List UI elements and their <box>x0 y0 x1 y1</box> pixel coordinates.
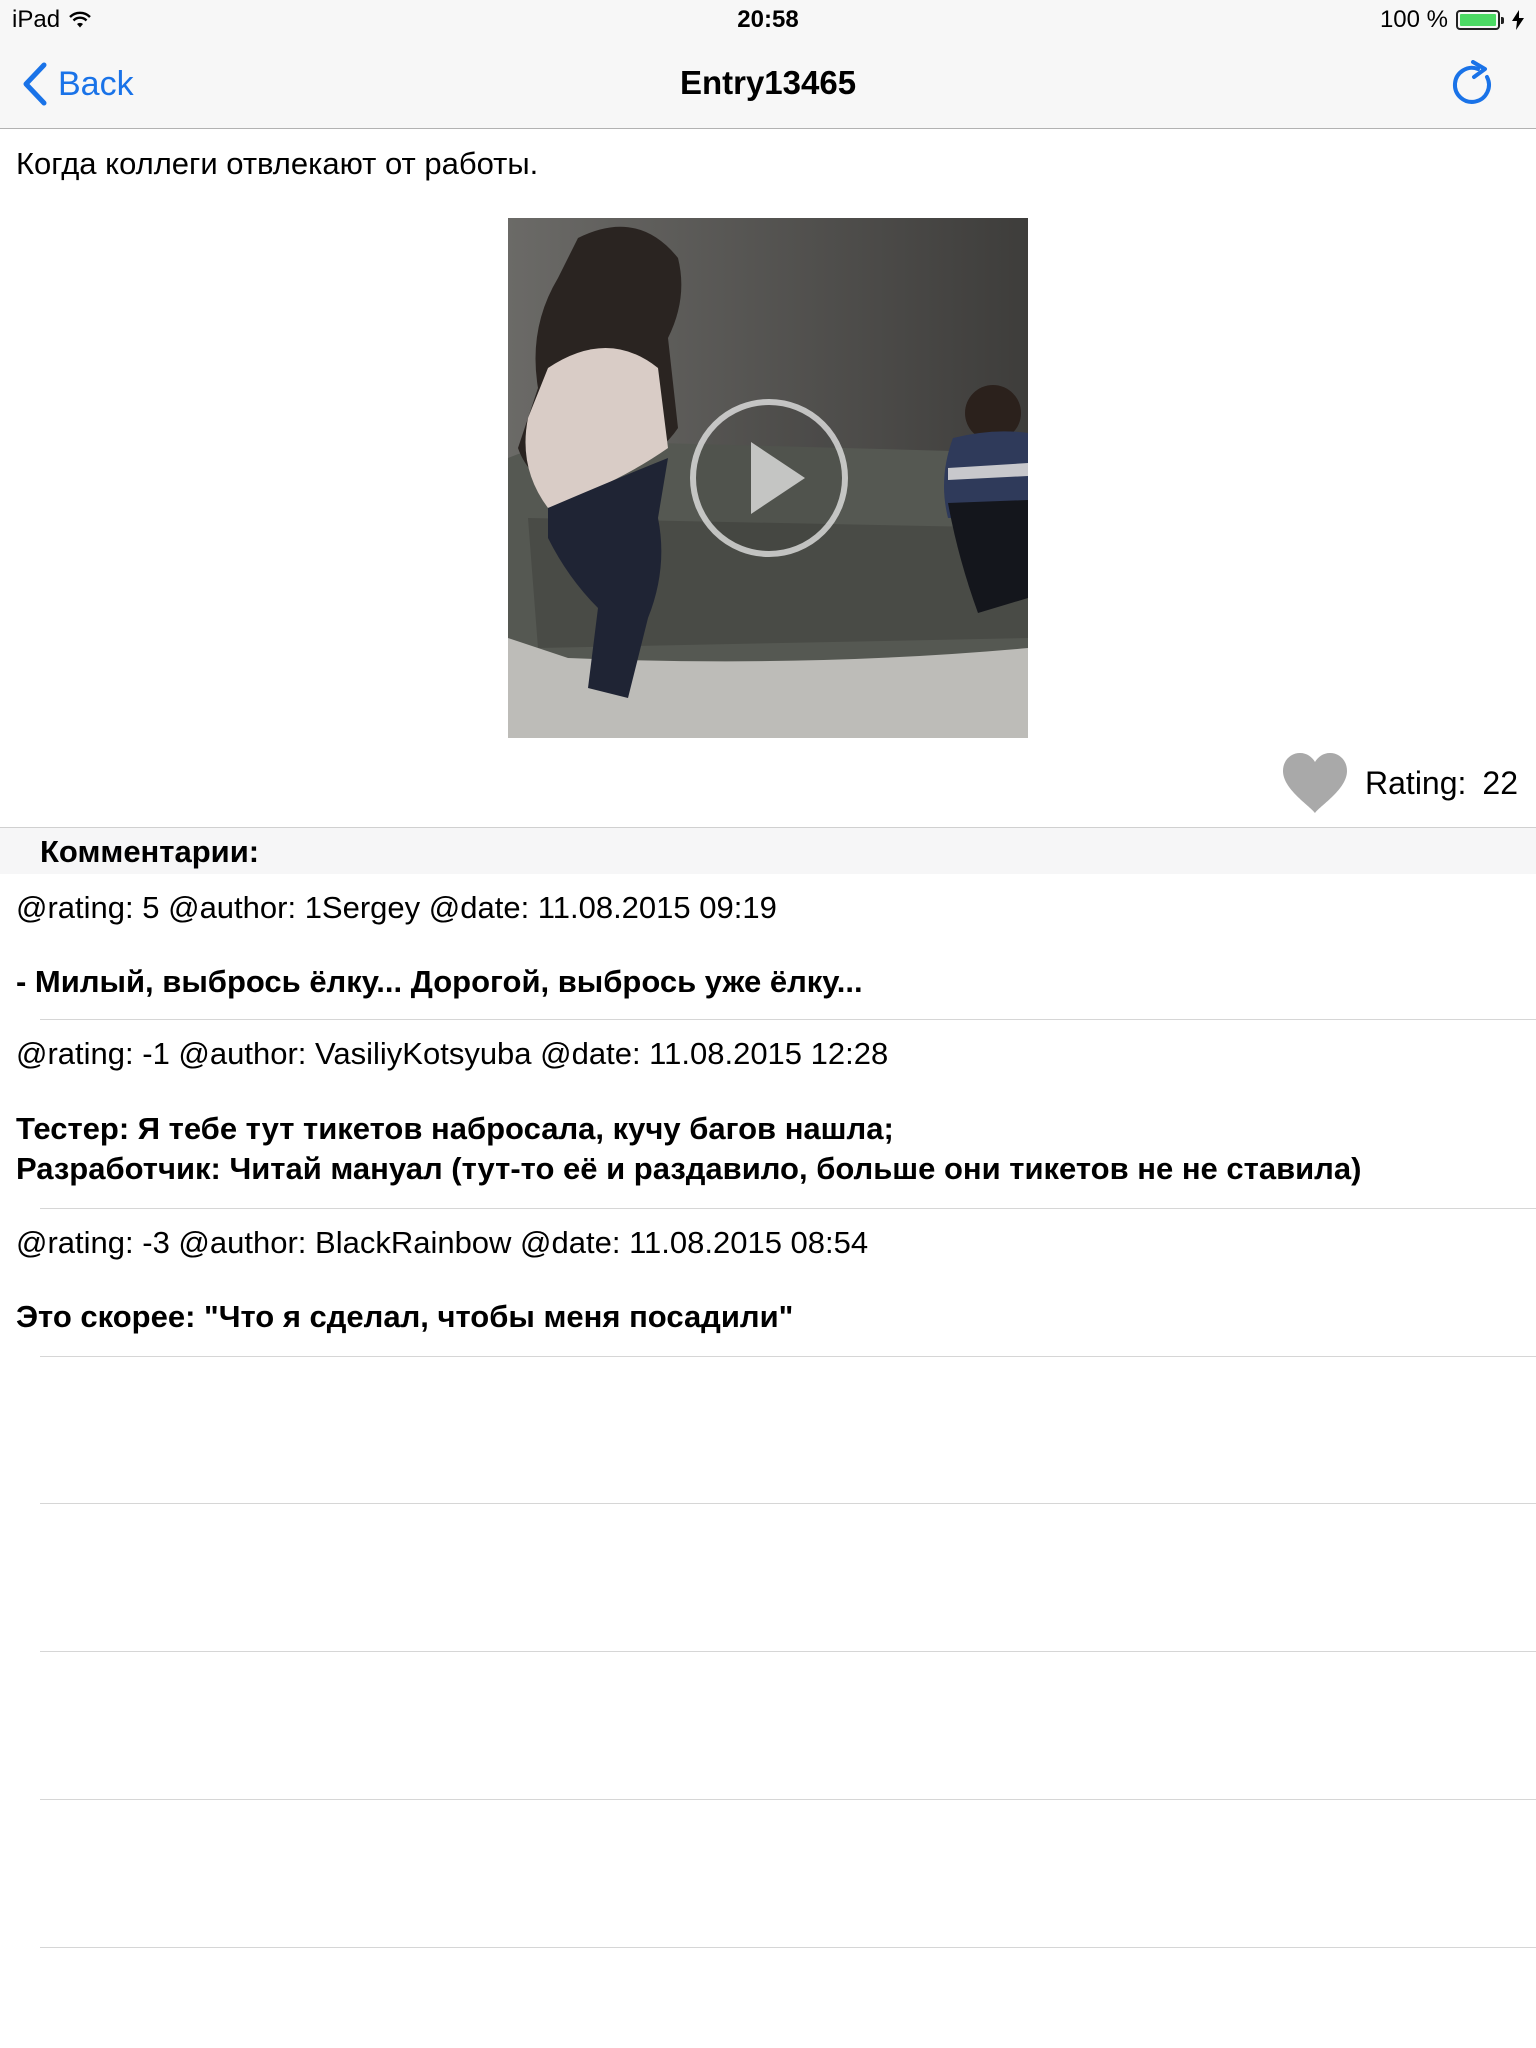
comment-meta: @rating: -1 @author: VasiliyKotsyuba @da… <box>16 1036 889 1071</box>
rating-row: Rating: 22 <box>1281 748 1518 818</box>
page-title: Entry13465 <box>679 64 857 101</box>
comments-header-label: Комментарии: <box>40 834 260 869</box>
play-icon[interactable] <box>689 398 849 558</box>
status-bar: iPad 20:58 100 % <box>0 0 1536 40</box>
video-player[interactable] <box>508 218 1028 738</box>
row-separator <box>40 1356 1536 1357</box>
comment-body: Это скорее: "Что я сделал, чтобы меня по… <box>16 1299 794 1334</box>
entry-text: Когда коллеги отвлекают от работы. <box>16 146 539 181</box>
empty-row-separator <box>40 1651 1536 1652</box>
battery-icon <box>1456 10 1504 30</box>
comments-section-header: Комментарии: <box>0 827 1536 874</box>
rating-label: Rating: <box>1365 764 1467 801</box>
battery-percent: 100 % <box>1379 6 1448 33</box>
status-right: 100 % <box>1380 6 1524 34</box>
navigation-bar: Back Entry13465 <box>0 40 1536 129</box>
comment-body: - Милый, выбрось ёлку... Дорогой, выброс… <box>16 964 863 999</box>
comment-meta: @rating: -3 @author: BlackRainbow @date:… <box>16 1225 869 1260</box>
comment-body: Тестер: Я тебе тут тикетов набросала, ку… <box>16 1111 1362 1186</box>
comment-row[interactable]: @rating: 5 @author: 1Sergey @date: 11.08… <box>0 874 1536 1020</box>
empty-row-separator <box>40 1799 1536 1800</box>
rating-value: 22 <box>1482 764 1518 801</box>
comment-meta: @rating: 5 @author: 1Sergey @date: 11.08… <box>16 890 777 925</box>
comment-row[interactable]: @rating: -1 @author: VasiliyKotsyuba @da… <box>0 1020 1536 1209</box>
refresh-icon[interactable] <box>1448 60 1498 110</box>
status-time: 20:58 <box>737 6 799 33</box>
heart-icon[interactable] <box>1281 751 1349 815</box>
empty-row-separator <box>40 1947 1536 1948</box>
comment-row[interactable]: @rating: -3 @author: BlackRainbow @date:… <box>0 1209 1536 1356</box>
empty-row-separator <box>40 1503 1536 1504</box>
bolt-icon <box>1512 10 1524 30</box>
